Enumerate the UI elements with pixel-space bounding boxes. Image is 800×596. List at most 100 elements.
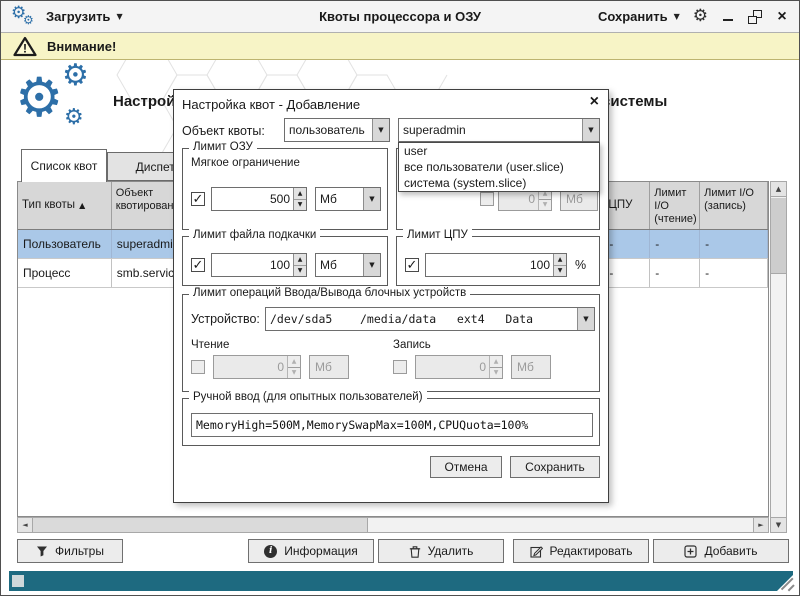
io-limit-group: Лимит операций Ввода/Вывода блочных устр…	[182, 294, 600, 392]
swap-spinner[interactable]: 100 ▲▼	[211, 253, 307, 277]
spin-up-icon: ▲	[490, 356, 502, 368]
swap-value[interactable]: 100	[212, 254, 293, 276]
warning-banner: ! Внимание!	[1, 33, 799, 60]
quota-target-select[interactable]: superadmin ▼	[398, 118, 600, 142]
cpu-value[interactable]: 100	[426, 254, 553, 276]
dialog-title: Настройка квот - Добавление	[182, 97, 360, 112]
swap-unit-value: Мб	[316, 254, 363, 276]
swap-limit-group: Лимит файла подкачки ✓ 100 ▲▼ Мб ▼	[182, 236, 388, 286]
spin-down-icon[interactable]: ▼	[294, 266, 306, 277]
ram-soft-unit-select[interactable]: Мб ▼	[315, 187, 381, 211]
io-write-spinner: 0 ▲▼	[415, 355, 503, 379]
filter-icon	[36, 545, 48, 557]
save-menu-button[interactable]: Сохранить ▼	[598, 9, 680, 24]
dialog-close-button[interactable]: ×	[590, 94, 599, 110]
column-header-io-write[interactable]: Лимит I/O (запись)	[700, 182, 768, 229]
swap-limit-legend: Лимит файла подкачки	[189, 229, 320, 241]
caret-down-icon[interactable]: ▼	[577, 308, 594, 330]
scroll-right-button[interactable]: ►	[753, 518, 768, 532]
tab-quota-list[interactable]: Список квот	[21, 149, 107, 182]
close-button[interactable]: ×	[775, 10, 789, 24]
load-menu-button[interactable]: Загрузить ▼	[46, 9, 123, 24]
edit-button[interactable]: Редактировать	[513, 539, 649, 563]
app-window: ⚙ ⚙ Загрузить ▼ Квоты процессора и ОЗУ С…	[0, 0, 800, 596]
cell-io-read: -	[650, 259, 700, 287]
device-select[interactable]: /dev/sda5 /media/data ext4 Data ▼	[265, 307, 595, 331]
vertical-scrollbar[interactable]: ▲ ▼	[770, 181, 787, 533]
quota-dialog: Настройка квот - Добавление × Объект кво…	[173, 89, 609, 503]
ram-soft-value[interactable]: 500	[212, 188, 293, 210]
io-write-checkbox[interactable]	[393, 360, 407, 374]
titlebar: ⚙ ⚙ Загрузить ▼ Квоты процессора и ОЗУ С…	[1, 1, 799, 33]
dropdown-option-user[interactable]: user	[399, 143, 599, 159]
status-grip	[12, 575, 24, 587]
device-value: /dev/sda5 /media/data ext4 Data	[266, 308, 577, 330]
spin-up-icon[interactable]: ▲	[294, 254, 306, 266]
dialog-cancel-button[interactable]: Отмена	[430, 456, 502, 478]
caret-down-icon[interactable]: ▼	[363, 188, 380, 210]
resize-grip[interactable]	[778, 574, 796, 592]
column-header-cpu[interactable]: ЦПУ	[604, 182, 650, 229]
ram-soft-spinner[interactable]: 500 ▲▼	[211, 187, 307, 211]
dropdown-option-all-users[interactable]: все пользователи (user.slice)	[399, 159, 599, 175]
scroll-down-button[interactable]: ▼	[771, 517, 786, 532]
spin-down-icon[interactable]: ▼	[554, 266, 566, 277]
titlebar-left: ⚙ ⚙ Загрузить ▼	[11, 6, 123, 28]
load-menu-label: Загрузить	[46, 9, 110, 24]
cell-io-read: -	[650, 230, 700, 258]
spin-up-icon[interactable]: ▲	[294, 188, 306, 200]
cpu-limit-group: Лимит ЦПУ ✓ 100 ▲▼ %	[396, 236, 600, 286]
spin-down-icon[interactable]: ▼	[294, 200, 306, 211]
write-label: Запись	[393, 339, 431, 351]
soft-limit-label: Мягкое ограничение	[191, 157, 300, 169]
spin-up-icon[interactable]: ▲	[554, 254, 566, 266]
quota-target-dropdown: user все пользователи (user.slice) систе…	[398, 142, 600, 192]
ram-hard-checkbox[interactable]	[480, 192, 494, 206]
swap-unit-select[interactable]: Мб ▼	[315, 253, 381, 277]
check-icon: ✓	[407, 259, 418, 272]
add-button[interactable]: Добавить	[653, 539, 789, 563]
horizontal-scrollbar-thumb[interactable]	[33, 518, 368, 532]
cell-cpu: -	[604, 230, 650, 258]
caret-down-icon: ▼	[674, 12, 680, 21]
caret-down-icon[interactable]: ▼	[372, 119, 389, 141]
quota-object-select[interactable]: пользователь ▼	[284, 118, 390, 142]
maximize-button[interactable]	[748, 10, 762, 24]
settings-gear-icon[interactable]: ⚙	[693, 8, 708, 25]
delete-label: Удалить	[428, 544, 474, 558]
check-icon: ✓	[193, 193, 204, 206]
vertical-scrollbar-thumb[interactable]	[771, 198, 786, 274]
column-header-type[interactable]: Тип квоты ▲	[18, 182, 112, 229]
manual-input-legend: Ручной ввод (для опытных пользователей)	[189, 391, 427, 403]
io-read-checkbox[interactable]	[191, 360, 205, 374]
minimize-icon	[723, 19, 733, 21]
minimize-button[interactable]	[721, 10, 735, 24]
caret-down-icon[interactable]: ▼	[363, 254, 380, 276]
cpu-spinner[interactable]: 100 ▲▼	[425, 253, 567, 277]
column-header-io-read[interactable]: Лимит I/O (чтение)	[650, 182, 700, 229]
ram-soft-checkbox[interactable]: ✓	[191, 192, 205, 206]
cell-type: Пользователь	[18, 230, 112, 258]
delete-button[interactable]: Удалить	[378, 539, 504, 563]
scroll-left-button[interactable]: ◄	[18, 518, 33, 532]
save-menu-label: Сохранить	[598, 9, 668, 24]
dialog-save-button[interactable]: Сохранить	[510, 456, 600, 478]
io-write-unit: Мб	[511, 355, 551, 379]
maximize-icon	[748, 16, 757, 24]
scroll-up-button[interactable]: ▲	[771, 182, 786, 197]
filters-button[interactable]: Фильтры	[17, 539, 123, 563]
manual-input[interactable]	[191, 413, 593, 437]
io-read-unit-value: Мб	[315, 360, 332, 374]
info-button[interactable]: i Информация	[248, 539, 374, 563]
cpu-percent-label: %	[575, 258, 586, 272]
horizontal-scrollbar[interactable]: ◄ ►	[17, 517, 769, 533]
cell-io-write: -	[700, 230, 768, 258]
filters-label: Фильтры	[55, 544, 104, 558]
io-write-unit-value: Мб	[517, 360, 534, 374]
check-icon: ✓	[193, 259, 204, 272]
swap-checkbox[interactable]: ✓	[191, 258, 205, 272]
caret-down-icon[interactable]: ▼	[582, 119, 599, 141]
dropdown-option-system[interactable]: система (system.slice)	[399, 175, 599, 191]
cpu-checkbox[interactable]: ✓	[405, 258, 419, 272]
io-read-value: 0	[214, 356, 287, 378]
